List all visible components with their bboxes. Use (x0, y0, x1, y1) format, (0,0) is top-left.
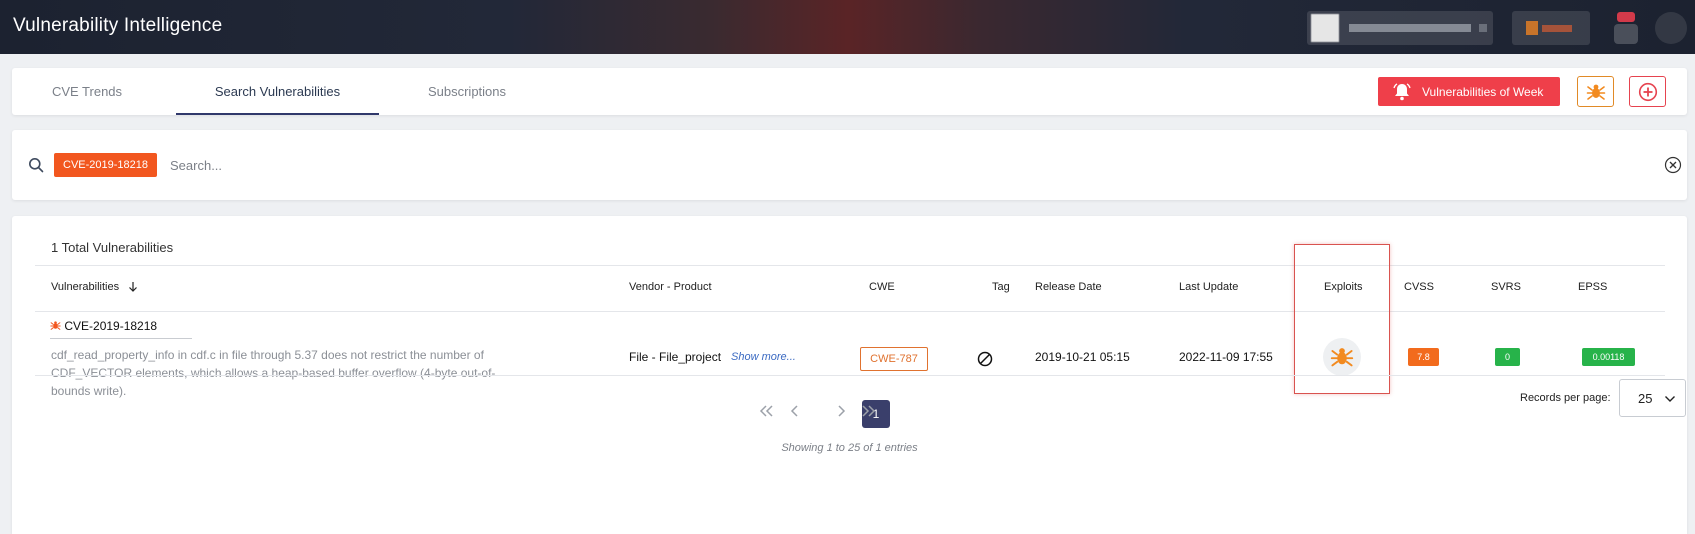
search-input[interactable] (170, 152, 1470, 178)
tab-subscriptions[interactable]: Subscriptions (407, 68, 527, 115)
chevron-down-icon (1479, 24, 1487, 32)
prev-page-icon[interactable] (786, 403, 802, 419)
header-epss: EPSS (1578, 281, 1608, 293)
tab-search-vulnerabilities[interactable]: Search Vulnerabilities (176, 68, 379, 115)
cve-id: CVE-2019-18218 (64, 319, 158, 333)
table-row-cve-link[interactable]: CVE-2019-18218 (50, 319, 157, 333)
epss-badge: 0.00118 (1582, 348, 1635, 366)
first-page-icon[interactable] (758, 403, 774, 419)
next-page-icon[interactable] (834, 403, 850, 419)
search-icon (29, 158, 44, 173)
settings-icon[interactable] (1655, 12, 1687, 44)
records-per-page-select[interactable]: 25 (1619, 379, 1686, 417)
exploit-filter-button[interactable] (1577, 76, 1614, 107)
vulnerabilities-of-week-button[interactable]: Vulnerabilities of Week (1378, 77, 1560, 106)
plus-circle-icon (1638, 82, 1658, 102)
tabs-bar: CVE Trends Search Vulnerabilities Subscr… (12, 68, 1687, 115)
header-svrs: SVRS (1491, 281, 1521, 293)
total-count: 1 Total Vulnerabilities (51, 240, 174, 255)
app-title: Vulnerability Intelligence (13, 15, 223, 36)
divider (35, 265, 1665, 266)
header-cwe: CWE (869, 281, 895, 293)
last-page-icon[interactable] (861, 403, 877, 419)
header-vendor-product: Vendor - Product (629, 281, 712, 293)
header-release-date: Release Date (1035, 281, 1102, 293)
add-subscription-button[interactable] (1629, 76, 1666, 107)
release-date: 2019-10-21 05:15 (1035, 350, 1130, 364)
avatar (1311, 14, 1339, 42)
user-name-redacted (1349, 24, 1471, 32)
cvss-badge: 7.8 (1408, 348, 1439, 366)
header-vulnerabilities-label: Vulnerabilities (51, 281, 120, 293)
cve-underline (50, 338, 192, 339)
showing-entries: Showing 1 to 25 of 1 entries (781, 442, 918, 454)
user-menu[interactable] (1307, 11, 1493, 45)
bell-icon (1392, 82, 1412, 102)
header-vulnerabilities[interactable]: Vulnerabilities (51, 281, 138, 293)
svrs-badge: 0 (1495, 348, 1520, 366)
clear-icon[interactable] (1664, 156, 1682, 174)
top-bar: Vulnerability Intelligence (0, 0, 1695, 54)
header-cvss: CVSS (1404, 281, 1434, 293)
bell-icon (1614, 24, 1638, 44)
records-per-page-value: 25 (1638, 391, 1653, 406)
notification-badge (1617, 12, 1635, 22)
exploit-button[interactable] (1323, 338, 1361, 376)
header-tag: Tag (992, 281, 1010, 293)
show-more-link[interactable]: Show more... (731, 351, 796, 363)
records-per-page-label: Records per page: (1520, 392, 1611, 404)
sort-down-icon (129, 282, 138, 292)
org-name-redacted (1542, 25, 1572, 32)
last-update: 2022-11-09 17:55 (1179, 350, 1273, 364)
results-panel: 1 Total Vulnerabilities Vulnerabilities … (12, 216, 1687, 534)
organization-menu[interactable] (1512, 11, 1590, 45)
bug-icon (50, 321, 61, 330)
header-last-update: Last Update (1179, 281, 1239, 293)
divider (35, 311, 1665, 312)
tab-cve-trends[interactable]: CVE Trends (32, 68, 142, 115)
bug-icon (1330, 348, 1354, 367)
divider (35, 375, 1665, 376)
cwe-badge[interactable]: CWE-787 (860, 347, 928, 371)
search-filter-chip[interactable]: CVE-2019-18218 (54, 153, 158, 177)
search-bar: CVE-2019-18218 (12, 130, 1687, 200)
org-logo (1526, 21, 1538, 35)
chevron-down-icon (1665, 396, 1675, 402)
ban-icon (977, 351, 993, 367)
bug-icon (1586, 84, 1606, 100)
vendor-product: File - File_project (629, 350, 722, 364)
vulnerabilities-of-week-label: Vulnerabilities of Week (1422, 85, 1544, 99)
cve-description: cdf_read_property_info in cdf.c in file … (51, 348, 496, 398)
notifications-button[interactable] (1610, 12, 1642, 44)
